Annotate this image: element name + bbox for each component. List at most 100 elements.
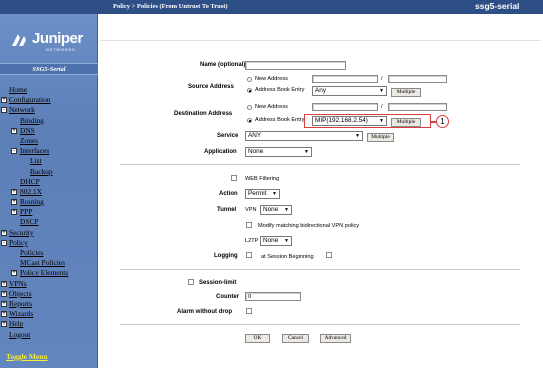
expand-icon[interactable]: + <box>11 270 17 277</box>
name-label: Name (optional) <box>200 62 246 68</box>
dest-new-address-mask[interactable] <box>388 103 447 111</box>
sidebar: Juniper NETWORKS SSG5-Serial Home + Config… <box>0 14 98 368</box>
source-multiple-button[interactable]: Multiple <box>391 88 421 97</box>
chevron-down-icon: ▼ <box>284 207 289 213</box>
expand-icon[interactable]: + <box>11 199 17 206</box>
sidebar-item-label: Policy <box>9 237 28 247</box>
cancel-button[interactable]: Cancel <box>282 334 309 343</box>
sidebar-item[interactable]: Binding <box>0 116 98 126</box>
dest-address-book-label: Address Book Entry <box>255 117 305 123</box>
sidebar-item[interactable]: + PPP <box>0 207 98 217</box>
sidebar-item[interactable]: DHCP <box>0 177 98 187</box>
sidebar-item-label: Policies <box>20 248 44 257</box>
expand-icon[interactable]: + <box>11 127 17 134</box>
advanced-button[interactable]: Advanced <box>320 334 351 343</box>
source-new-address-ip[interactable] <box>312 75 378 83</box>
logging-checkbox[interactable] <box>246 252 252 258</box>
sidebar-item[interactable]: + VPNs <box>0 279 98 289</box>
vpn-select[interactable]: None ▼ <box>260 205 292 215</box>
sidebar-item[interactable]: List <box>0 156 98 166</box>
divider <box>120 164 520 165</box>
session-beginning-checkbox[interactable] <box>326 252 332 258</box>
sidebar-item[interactable]: + Objects <box>0 289 98 299</box>
policy-form: Name (optional) Source Address New Addre… <box>100 40 541 360</box>
dest-new-address-ip[interactable] <box>312 103 378 111</box>
l2tp-select[interactable]: None ▼ <box>260 236 292 246</box>
device-title: SSG5-Serial <box>0 63 98 75</box>
sidebar-item[interactable]: DSCP <box>0 217 98 227</box>
sidebar-item[interactable]: - Network <box>0 105 98 115</box>
source-address-value: Any <box>315 87 327 94</box>
expand-icon[interactable]: + <box>11 188 17 195</box>
name-input[interactable] <box>245 61 346 70</box>
sidebar-item[interactable]: MCast Policies <box>0 258 98 268</box>
dest-new-address-radio[interactable] <box>247 105 252 110</box>
expand-icon[interactable]: + <box>1 280 7 287</box>
sidebar-item-label: Configuration <box>9 95 51 105</box>
juniper-logo-icon <box>12 34 26 46</box>
expand-icon[interactable]: + <box>1 290 7 297</box>
sidebar-item[interactable]: + Wizards <box>0 309 98 319</box>
sidebar-item[interactable]: + Configuration <box>0 95 98 105</box>
action-select[interactable]: Permit ▼ <box>245 189 280 199</box>
sidebar-item[interactable]: + Help <box>0 319 98 329</box>
application-select[interactable]: None ▼ <box>245 147 312 157</box>
sidebar-item[interactable]: + Policy Elements <box>0 268 98 278</box>
sidebar-item[interactable]: - Interfaces <box>0 146 98 156</box>
session-limit-checkbox[interactable] <box>188 279 194 285</box>
toggle-menu-link[interactable]: Toggle Menu <box>6 352 48 361</box>
alarm-without-drop-checkbox[interactable] <box>246 308 252 314</box>
collapse-icon[interactable]: - <box>1 239 7 246</box>
sidebar-item[interactable]: + DNS <box>0 126 98 136</box>
source-address-book-radio[interactable] <box>247 88 252 93</box>
service-select[interactable]: ANY ▼ <box>245 131 363 141</box>
sidebar-item-label: List <box>30 156 42 166</box>
sidebar-item-label: DHCP <box>20 176 40 186</box>
ok-button[interactable]: OK <box>245 334 270 343</box>
expand-icon[interactable]: + <box>1 300 7 307</box>
sidebar-item[interactable]: + Reports <box>0 299 98 309</box>
sidebar-item[interactable]: - Policy <box>0 238 98 248</box>
action-label: Action <box>219 191 238 197</box>
source-slash: / <box>381 76 383 82</box>
destination-address-label: Destination Address <box>174 111 233 117</box>
breadcrumb: Policy > Policies (From Untrust To Trust… <box>113 3 228 10</box>
collapse-icon[interactable]: - <box>11 148 17 155</box>
sidebar-item[interactable]: Zones <box>0 136 98 146</box>
source-address-select[interactable]: Any ▼ <box>312 86 387 96</box>
web-filtering-checkbox[interactable] <box>231 175 237 181</box>
sidebar-item-label: Network <box>9 105 35 115</box>
collapse-icon[interactable]: - <box>1 107 7 114</box>
dest-address-book-radio[interactable] <box>247 118 252 123</box>
sidebar-item-label: MCast Policies <box>20 258 65 268</box>
expand-icon[interactable]: + <box>1 311 7 318</box>
sidebar-item[interactable]: Logout <box>0 330 98 340</box>
service-label: Service <box>217 133 239 139</box>
sidebar-item[interactable]: Policies <box>0 248 98 258</box>
sidebar-item[interactable]: + Security <box>0 228 98 238</box>
sidebar-item[interactable]: +802.1X <box>0 187 98 197</box>
sidebar-item[interactable]: Backup <box>0 167 98 177</box>
vpn-label: VPN <box>245 207 257 213</box>
expand-icon[interactable]: + <box>1 229 7 236</box>
action-value: Permit <box>248 190 267 197</box>
modify-vpn-policy-checkbox[interactable] <box>246 222 252 228</box>
chevron-down-icon: ▼ <box>355 133 360 139</box>
sidebar-item[interactable]: Home <box>0 85 98 95</box>
expand-icon[interactable]: + <box>11 209 17 216</box>
sidebar-item[interactable]: + Routing <box>0 197 98 207</box>
counter-input[interactable]: 0 <box>245 292 301 301</box>
chevron-down-icon: ▼ <box>379 88 384 94</box>
sidebar-item-label: DNS <box>20 125 35 135</box>
divider <box>120 324 520 325</box>
source-new-address-mask[interactable] <box>388 75 447 83</box>
chevron-down-icon: ▼ <box>304 149 309 155</box>
dest-new-address-label: New Address <box>255 104 288 110</box>
expand-icon[interactable]: + <box>1 321 7 328</box>
callout-number: 1 <box>436 115 449 128</box>
source-new-address-radio[interactable] <box>247 77 252 82</box>
callout-highlight-box <box>304 114 431 128</box>
service-multiple-button[interactable]: Multiple <box>367 133 394 142</box>
sidebar-item-label: Logout <box>9 329 31 339</box>
expand-icon[interactable]: + <box>1 97 7 104</box>
